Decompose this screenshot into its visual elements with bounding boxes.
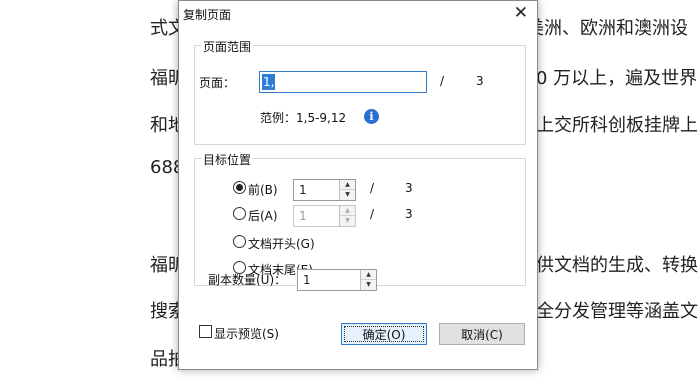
before-slash: / [370, 181, 375, 195]
info-icon[interactable]: i [364, 109, 379, 124]
pages-label: 页面： [199, 76, 236, 90]
radio-before-label[interactable]: 前(B) [248, 181, 278, 198]
radio-doc-start-label[interactable]: 文档开头(G) [248, 235, 315, 252]
preview-label[interactable]: 显示预览(S) [214, 325, 279, 342]
doc-line: 美洲、欧洲和澳洲设 [526, 18, 688, 39]
stepper-down-icon[interactable]: ▼ [361, 280, 376, 290]
page-range-legend: 页面范围 [201, 38, 254, 55]
stepper-up-icon[interactable]: ▲ [361, 270, 376, 280]
pages-input[interactable]: 1, [259, 71, 427, 93]
stepper-up-icon[interactable]: ▲ [340, 180, 355, 190]
doc-line: 全分发管理等涵盖文 [536, 301, 698, 322]
doc-line: 供文档的生成、转换 [536, 255, 698, 276]
radio-before[interactable] [233, 181, 246, 194]
before-page-value: 1 [299, 183, 307, 197]
preview-checkbox[interactable] [199, 325, 212, 338]
pages-total: 3 [476, 74, 484, 88]
radio-doc-start[interactable] [233, 235, 246, 248]
radio-after-label[interactable]: 后(A) [248, 207, 278, 224]
page-range-group [194, 45, 526, 145]
close-icon[interactable]: ✕ [514, 4, 528, 22]
copy-pages-dialog: 复制页面 ✕ 页面范围 页面： 1, / 3 范例：1,5-9,12 i 目标位… [178, 0, 538, 370]
stepper-down-icon[interactable]: ▼ [340, 216, 355, 226]
radio-after[interactable] [233, 207, 246, 220]
target-position-legend: 目标位置 [201, 151, 254, 168]
doc-line: 上交所科创板挂牌上 [536, 115, 698, 136]
stepper-arrows: ▲ ▼ [339, 206, 355, 226]
stepper-up-icon[interactable]: ▲ [340, 206, 355, 216]
before-page-stepper[interactable]: 1 ▲ ▼ [293, 179, 356, 201]
after-page-value: 1 [299, 209, 307, 223]
stepper-arrows: ▲ ▼ [339, 180, 355, 200]
copies-stepper[interactable]: 1 ▲ ▼ [297, 269, 377, 291]
example-text: 范例：1,5-9,12 [260, 111, 347, 125]
cancel-button[interactable]: 取消(C) [439, 323, 525, 345]
after-total: 3 [405, 207, 413, 221]
before-total: 3 [405, 181, 413, 195]
ok-button[interactable]: 确定(O) [341, 323, 427, 345]
after-slash: / [370, 207, 375, 221]
pages-slash: / [440, 74, 445, 88]
stepper-down-icon[interactable]: ▼ [340, 190, 355, 200]
doc-line: 0 万以上，遍及世界 [536, 68, 698, 89]
dialog-title: 复制页面 [183, 8, 232, 22]
dialog-titlebar[interactable]: 复制页面 ✕ [179, 1, 537, 27]
copies-label: 副本数量(U)： [208, 273, 287, 287]
pages-input-value: 1, [262, 74, 275, 90]
after-page-stepper[interactable]: 1 ▲ ▼ [293, 205, 356, 227]
stepper-arrows: ▲ ▼ [360, 270, 376, 290]
copies-value: 1 [303, 273, 311, 287]
